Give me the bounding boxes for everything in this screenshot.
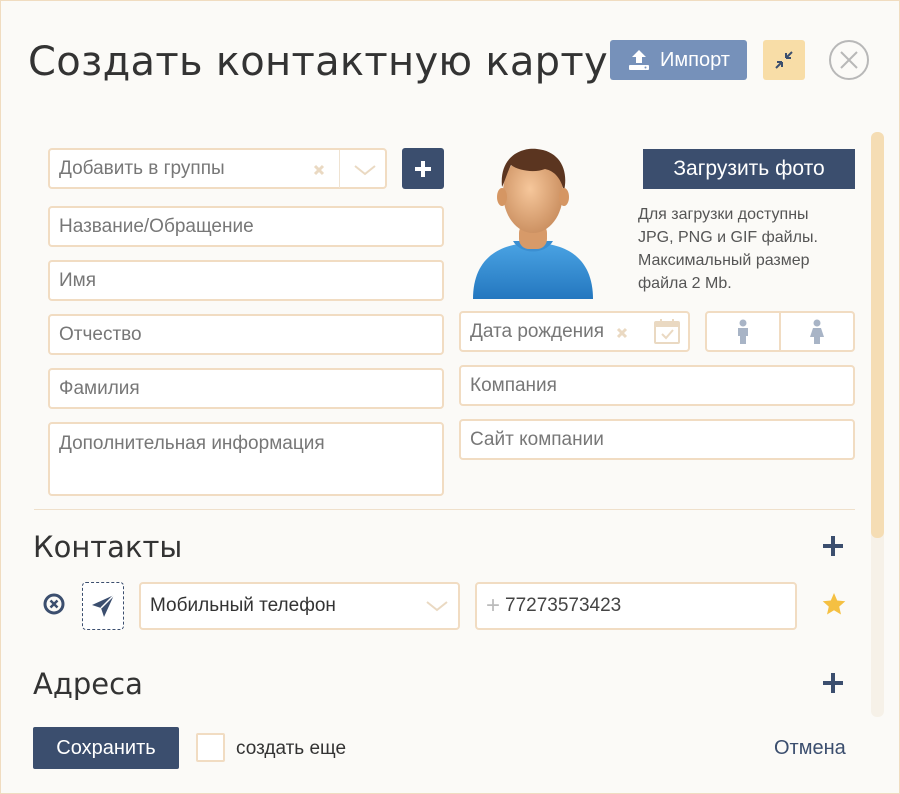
upload-photo-button[interactable]: Загрузить фото xyxy=(643,149,855,189)
phone-field[interactable]: + 77273573423 xyxy=(475,582,797,630)
addresses-heading: Адреса xyxy=(33,667,143,701)
gender-toggle xyxy=(705,311,855,352)
star-icon[interactable] xyxy=(821,591,847,617)
add-address-button[interactable] xyxy=(821,671,845,695)
middle-name-field[interactable]: Отчество xyxy=(48,314,444,355)
company-site-field[interactable]: Сайт компании xyxy=(459,419,855,460)
close-icon[interactable] xyxy=(828,39,870,81)
male-icon xyxy=(738,319,748,344)
create-contact-dialog: Создать контактную карту Импорт Добавить… xyxy=(0,0,900,794)
extra-info-placeholder: Дополнительная информация xyxy=(59,433,325,454)
groups-select-separator xyxy=(339,150,340,188)
chevron-down-icon[interactable] xyxy=(424,597,450,615)
import-label: Импорт xyxy=(660,48,730,71)
chevron-down-icon[interactable] xyxy=(352,161,378,179)
import-button[interactable]: Импорт xyxy=(610,40,747,80)
send-icon xyxy=(92,594,115,617)
contacts-heading: Контакты xyxy=(33,530,183,564)
remove-icon[interactable] xyxy=(43,593,65,615)
scrollbar-thumb[interactable] xyxy=(871,132,884,538)
send-button[interactable] xyxy=(82,582,124,630)
add-group-button[interactable] xyxy=(402,148,444,189)
title-placeholder: Название/Обращение xyxy=(59,215,254,237)
middle-name-placeholder: Отчество xyxy=(59,323,142,345)
company-placeholder: Компания xyxy=(470,374,557,396)
plus-icon xyxy=(415,160,431,177)
upload-icon xyxy=(629,50,650,70)
gender-female-button[interactable] xyxy=(779,313,853,350)
female-icon xyxy=(810,319,824,344)
cancel-link[interactable]: Отмена xyxy=(774,737,846,760)
phone-value: 77273573423 xyxy=(505,595,622,616)
first-name-field[interactable]: Имя xyxy=(48,260,444,301)
contact-type-select[interactable]: Мобильный телефон xyxy=(139,582,460,630)
last-name-field[interactable]: Фамилия xyxy=(48,368,444,409)
dialog-title: Создать контактную карту xyxy=(28,39,608,85)
birthday-placeholder: Дата рождения xyxy=(470,320,605,342)
groups-placeholder: Добавить в группы xyxy=(59,157,225,179)
extra-info-field[interactable]: Дополнительная информация xyxy=(48,422,444,496)
upload-note: Для загрузки доступны JPG, PNG и GIF фай… xyxy=(638,206,818,292)
company-field[interactable]: Компания xyxy=(459,365,855,406)
avatar-placeholder xyxy=(473,148,593,299)
add-contact-button[interactable] xyxy=(821,534,845,558)
collapse-icon xyxy=(775,51,793,69)
company-site-placeholder: Сайт компании xyxy=(470,428,604,450)
clear-icon[interactable] xyxy=(615,326,629,340)
gender-male-button[interactable] xyxy=(707,313,779,350)
contact-type-value: Мобильный телефон xyxy=(150,595,336,616)
clear-icon[interactable] xyxy=(311,162,327,178)
create-more-label[interactable]: создать еще xyxy=(236,738,346,760)
phone-plus-icon: + xyxy=(486,592,501,619)
save-button[interactable]: Сохранить xyxy=(33,727,179,769)
calendar-icon[interactable] xyxy=(653,317,681,345)
section-divider xyxy=(34,509,855,510)
last-name-placeholder: Фамилия xyxy=(59,377,140,399)
collapse-button[interactable] xyxy=(763,40,805,80)
title-field[interactable]: Название/Обращение xyxy=(48,206,444,247)
groups-select[interactable]: Добавить в группы xyxy=(48,148,387,189)
first-name-placeholder: Имя xyxy=(59,269,97,291)
create-more-checkbox[interactable] xyxy=(196,733,225,762)
